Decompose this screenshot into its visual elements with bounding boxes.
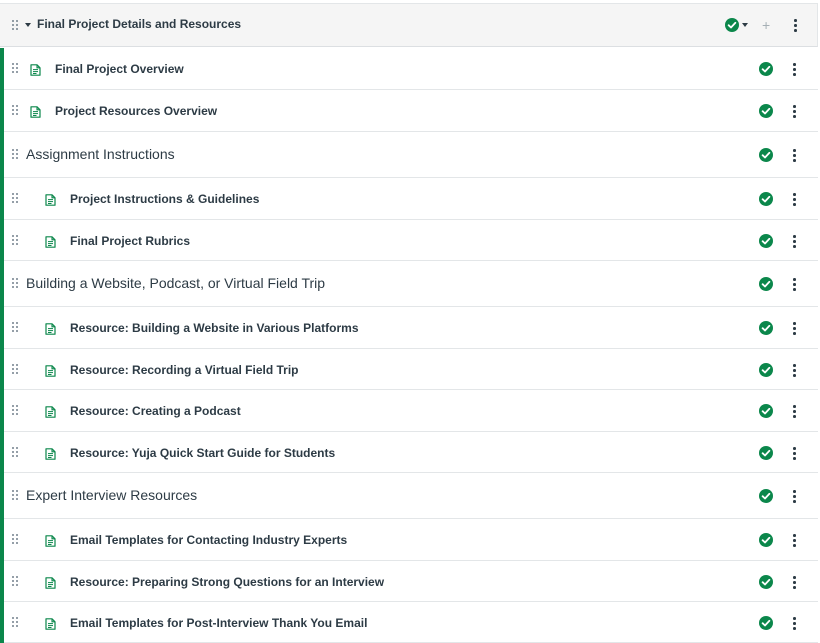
item-title-link[interactable]: Resource: Building a Website in Various … (70, 321, 359, 335)
context-module: Final Project Details and Resources + Fi… (0, 0, 820, 643)
module-items-list: Final Project Overview Project Resources … (0, 48, 818, 643)
published-check-icon[interactable] (759, 489, 773, 503)
document-icon (45, 576, 56, 589)
published-check-icon[interactable] (759, 104, 773, 118)
item-title-link[interactable]: Resource: Recording a Virtual Field Trip (70, 363, 299, 377)
kebab-menu-icon[interactable] (793, 149, 796, 162)
plus-icon[interactable]: + (762, 18, 770, 32)
drag-handle-icon[interactable] (12, 20, 20, 32)
document-icon (45, 193, 56, 206)
drag-handle-icon[interactable] (12, 235, 20, 247)
module-subheader-row[interactable]: Expert Interview Resources (4, 473, 818, 519)
kebab-menu-icon[interactable] (793, 63, 796, 76)
published-check-icon[interactable] (759, 446, 773, 460)
published-check-icon[interactable] (759, 404, 773, 418)
caret-down-icon[interactable] (25, 23, 31, 27)
subheader-title: Assignment Instructions (26, 146, 175, 162)
document-icon (45, 534, 56, 547)
drag-handle-icon[interactable] (12, 322, 20, 334)
module-item-row[interactable]: Project Instructions & Guidelines (4, 178, 818, 220)
kebab-menu-icon[interactable] (793, 405, 796, 418)
item-title-link[interactable]: Resource: Yuja Quick Start Guide for Stu… (70, 446, 335, 460)
kebab-menu-icon[interactable] (793, 447, 796, 460)
module-item-row[interactable]: Resource: Preparing Strong Questions for… (4, 561, 818, 602)
published-check-icon[interactable] (759, 277, 773, 291)
item-title-link[interactable]: Resource: Preparing Strong Questions for… (70, 575, 384, 589)
module-item-row[interactable]: Resource: Yuja Quick Start Guide for Stu… (4, 432, 818, 473)
document-icon (45, 364, 56, 377)
kebab-menu-icon[interactable] (793, 193, 796, 206)
module-subheader-row[interactable]: Assignment Instructions (4, 132, 818, 178)
drag-handle-icon[interactable] (12, 193, 20, 205)
item-title-link[interactable]: Project Resources Overview (55, 104, 217, 118)
module-item-row[interactable]: Email Templates for Post-Interview Thank… (4, 602, 818, 643)
kebab-menu-icon[interactable] (793, 490, 796, 503)
item-title-link[interactable]: Final Project Overview (55, 62, 184, 76)
kebab-menu-icon[interactable] (793, 364, 796, 377)
kebab-menu-icon[interactable] (793, 576, 796, 589)
kebab-menu-icon[interactable] (793, 105, 796, 118)
module-subheader-row[interactable]: Building a Website, Podcast, or Virtual … (4, 261, 818, 307)
module-item-row[interactable]: Final Project Overview (4, 48, 818, 90)
kebab-menu-icon[interactable] (793, 278, 796, 291)
kebab-menu-icon[interactable] (793, 617, 796, 630)
published-check-icon[interactable] (759, 616, 773, 630)
drag-handle-icon[interactable] (12, 364, 20, 376)
module-item-row[interactable]: Resource: Recording a Virtual Field Trip (4, 349, 818, 390)
published-check-icon[interactable] (759, 192, 773, 206)
module-item-row[interactable]: Project Resources Overview (4, 90, 818, 132)
module-item-row[interactable]: Final Project Rubrics (4, 220, 818, 261)
module-header[interactable]: Final Project Details and Resources + (0, 3, 818, 47)
publish-menu-caret-icon[interactable] (742, 23, 748, 27)
item-title-link[interactable]: Email Templates for Contacting Industry … (70, 533, 347, 547)
drag-handle-icon[interactable] (12, 534, 20, 546)
kebab-menu-icon[interactable] (793, 235, 796, 248)
drag-handle-icon[interactable] (12, 105, 20, 117)
item-title-link[interactable]: Final Project Rubrics (70, 234, 190, 248)
document-icon (45, 405, 56, 418)
module-item-row[interactable]: Resource: Creating a Podcast (4, 390, 818, 432)
published-check-icon[interactable] (759, 234, 773, 248)
drag-handle-icon[interactable] (12, 63, 20, 75)
drag-handle-icon[interactable] (12, 617, 20, 629)
drag-handle-icon[interactable] (12, 447, 20, 459)
document-icon (45, 617, 56, 630)
document-icon (30, 63, 41, 76)
published-check-icon[interactable] (725, 18, 739, 32)
drag-handle-icon[interactable] (12, 278, 20, 290)
document-icon (45, 235, 56, 248)
module-item-row[interactable]: Email Templates for Contacting Industry … (4, 519, 818, 561)
item-title-link[interactable]: Resource: Creating a Podcast (70, 404, 241, 418)
drag-handle-icon[interactable] (12, 576, 20, 588)
module-title[interactable]: Final Project Details and Resources (37, 17, 241, 31)
document-icon (30, 105, 41, 118)
published-check-icon[interactable] (759, 148, 773, 162)
document-icon (45, 322, 56, 335)
published-check-icon[interactable] (759, 363, 773, 377)
published-check-icon[interactable] (759, 533, 773, 547)
drag-handle-icon[interactable] (12, 490, 20, 502)
drag-handle-icon[interactable] (12, 149, 20, 161)
published-check-icon[interactable] (759, 575, 773, 589)
document-icon (45, 447, 56, 460)
kebab-menu-icon[interactable] (794, 19, 797, 32)
published-check-icon[interactable] (759, 321, 773, 335)
kebab-menu-icon[interactable] (793, 322, 796, 335)
drag-handle-icon[interactable] (12, 405, 20, 417)
kebab-menu-icon[interactable] (793, 534, 796, 547)
published-check-icon[interactable] (759, 62, 773, 76)
item-title-link[interactable]: Project Instructions & Guidelines (70, 192, 259, 206)
item-title-link[interactable]: Email Templates for Post-Interview Thank… (70, 616, 367, 630)
module-item-row[interactable]: Resource: Building a Website in Various … (4, 307, 818, 349)
subheader-title: Expert Interview Resources (26, 487, 198, 503)
subheader-title: Building a Website, Podcast, or Virtual … (26, 275, 326, 291)
